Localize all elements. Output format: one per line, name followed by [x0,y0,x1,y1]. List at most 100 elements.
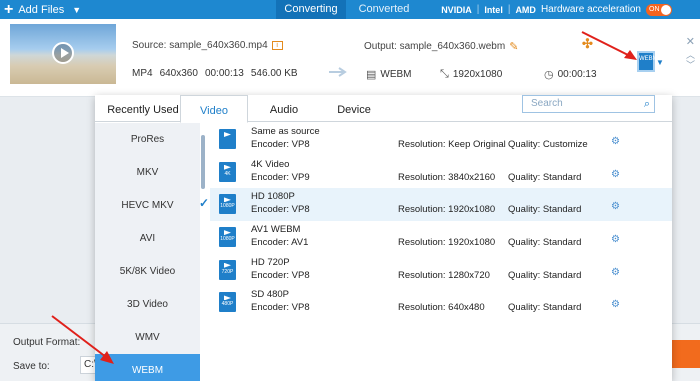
gear-icon[interactable]: ⚙ [611,169,620,180]
top-bar: + Add Files ▼ Converting Converted NVIDI… [0,0,700,19]
preset-quality: Quality: Standard [508,204,582,216]
edit-icon[interactable]: ✎ [509,40,518,53]
output-duration: 00:00:13 [557,69,597,80]
video-format-icon: 1080P [219,227,236,248]
video-format-icon: 720P [219,259,236,280]
format-dropdown-panel: Recently Used Video Audio Device Search … [95,95,672,381]
gear-icon[interactable]: ⚙ [611,267,620,278]
preset-row-selected[interactable]: ✓ 1080P HD 1080P Encoder: VP8 Resolution… [199,188,672,222]
preset-quality: Quality: Standard [508,269,582,281]
close-icon[interactable]: ✕ [686,36,695,48]
preset-resolution: Resolution: 1920x1080 [398,237,496,249]
gear-icon[interactable]: ⚙ [611,234,620,245]
convert-all-button[interactable] [668,340,700,368]
preset-name: Same as source [251,126,320,137]
source-format: MP4 [132,68,153,79]
tab-device[interactable]: Device [325,95,383,122]
preset-resolution: Resolution: 640x480 [398,302,485,314]
preset-row[interactable]: 480P SD 480P Encoder: VP8 Resolution: 64… [210,286,672,319]
category-5k-8k-video[interactable]: 5K/8K Video [95,255,200,288]
separator: | [476,4,480,15]
video-format-icon [219,129,236,149]
search-placeholder: Search [531,98,563,109]
preset-quality: Quality: Customize [508,139,588,150]
clock-icon: ◷ [544,69,554,81]
gear-icon[interactable]: ⚙ [611,201,620,212]
preset-encoder: Encoder: VP9 [251,171,310,183]
intel-label: Intel [484,4,503,15]
tab-converted[interactable]: Converted [350,0,418,19]
source-duration: 00:00:13 [204,68,244,79]
source-resolution: 640x360 [159,68,198,79]
toggle-knob [661,4,671,15]
toggle-state: ON [649,5,660,13]
tab-recently-used[interactable]: Recently Used [105,95,181,122]
preset-resolution: Resolution: 1920x1080 [398,204,496,216]
add-files-button[interactable]: + Add Files ▼ [4,1,81,18]
resize-icon: ⤡ [440,68,449,80]
save-to-label: Save to: [13,361,50,372]
chevron-down-icon[interactable]: ▼ [656,58,664,67]
preset-quality: Quality: Standard [508,302,582,314]
video-format-icon: 480P [219,292,236,313]
category-avi[interactable]: AVI [95,222,200,255]
preset-encoder: Encoder: VP8 [251,139,310,150]
chevron-down-icon[interactable]: ﹀ [686,58,695,71]
preset-row[interactable]: 720P HD 720P Encoder: VP8 Resolution: 12… [210,254,672,287]
film-icon: ▤ [366,69,377,81]
video-format-icon: 4K [219,161,236,182]
output-info: Output: sample_640x360.webm ✎ [364,40,518,53]
tab-audio[interactable]: Audio [255,95,313,122]
separator: | [507,4,511,15]
plus-icon: + [4,0,14,18]
annotation-arrow-icon [51,315,114,364]
category-mkv[interactable]: MKV [95,156,200,189]
source-filename: Source: sample_640x360.mp4 [132,40,268,51]
annotation-arrow-icon [581,31,637,60]
checkmark-icon: ✓ [199,196,210,211]
output-format: WEBM [380,69,412,80]
preset-name: SD 480P [251,289,290,301]
preset-resolution: Resolution: 1280x720 [398,269,490,281]
hw-accel-toggle[interactable]: ON [646,3,672,16]
tab-converting[interactable]: Converting [276,0,346,19]
preset-name: AV1 WEBM [251,224,301,236]
preset-list: Same as source Encoder: VP8 Resolution: … [199,123,672,381]
preset-resolution: Resolution: 3840x2160 [398,171,496,183]
gear-icon[interactable]: ⚙ [611,299,620,310]
output-resolution-info: ⤡ 1920x1080 [440,68,502,81]
video-format-icon: 1080P [219,194,236,215]
preset-encoder: Encoder: AV1 [251,237,309,249]
output-duration-info: ◷ 00:00:13 [544,68,597,81]
hw-accel-label: Hardware acceleration [540,4,641,15]
category-scrollbar[interactable] [201,135,205,189]
preset-name: HD 1080P [251,191,295,203]
search-icon[interactable]: ⌕ [644,96,650,112]
preset-encoder: Encoder: VP8 [251,204,310,216]
caret-down-icon[interactable]: ▼ [72,5,81,15]
preset-quality: Quality: Standard [508,237,582,249]
info-icon[interactable]: i [271,41,283,50]
gear-icon[interactable]: ⚙ [611,136,620,147]
preset-row[interactable]: Same as source Encoder: VP8 Resolution: … [210,123,672,156]
preset-row[interactable]: 1080P AV1 WEBM Encoder: AV1 Resolution: … [210,221,672,254]
output-resolution: 1920x1080 [452,69,503,80]
play-icon[interactable] [52,42,74,64]
nvidia-label: NVIDIA [441,4,472,15]
preset-row[interactable]: 4K 4K Video Encoder: VP9 Resolution: 384… [210,156,672,189]
preset-name: HD 720P [251,256,290,268]
source-size: 546.00 KB [250,68,298,79]
category-hevc-mkv[interactable]: HEVC MKV [95,189,200,222]
source-meta: MP4 640x360 00:00:13 546.00 KB [132,68,298,79]
output-filename: Output: sample_640x360.webm [364,41,506,52]
add-files-label: Add Files [18,3,65,16]
search-input[interactable]: Search ⌕ [522,95,655,113]
video-thumbnail[interactable] [10,24,116,84]
category-prores[interactable]: ProRes [95,123,200,156]
preset-encoder: Encoder: VP8 [251,302,310,314]
tab-video[interactable]: Video [180,95,248,123]
output-format-info: ▤ WEBM [366,68,412,81]
preset-encoder: Encoder: VP8 [251,269,310,281]
preset-name: 4K Video [251,158,290,170]
panel-tabs: Recently Used Video Audio Device Search … [95,95,672,123]
